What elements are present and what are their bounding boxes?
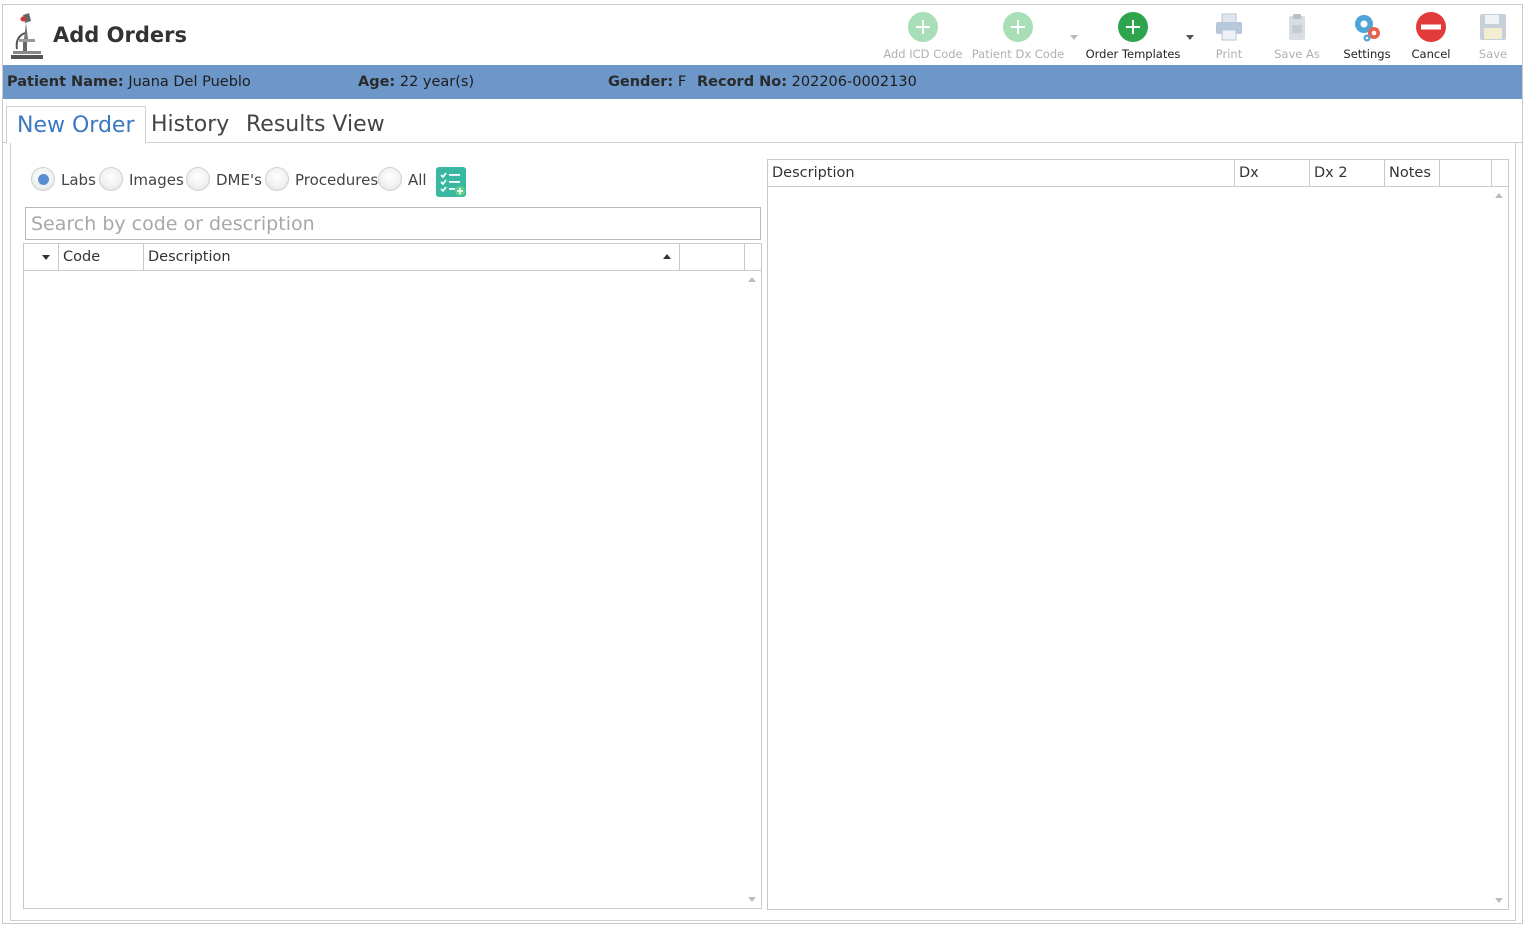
new-order-panel: Labs Images DME's Procedures All Search … (10, 143, 1516, 921)
description-column-header[interactable]: Description (768, 160, 1235, 187)
age-label: Age: (358, 74, 396, 90)
patient-dx-dropdown-icon[interactable] (1070, 35, 1078, 40)
save-label: Save (1478, 47, 1508, 61)
dx-column-header[interactable]: Dx (1235, 160, 1310, 187)
patient-name-field: Patient Name: Juana Del Pueblo (7, 74, 251, 90)
scroll-down-icon[interactable] (1495, 898, 1503, 903)
group-column-header[interactable] (24, 244, 59, 271)
chevron-down-icon (42, 255, 50, 260)
add-orders-window: Add Orders Add ICD Code Patient Dx Code … (2, 4, 1523, 924)
vertical-scrollbar[interactable] (744, 271, 761, 908)
cancel-icon (1416, 12, 1446, 42)
cancel-label: Cancel (1411, 47, 1451, 61)
page-title: Add Orders (53, 23, 187, 47)
scroll-up-icon[interactable] (748, 277, 756, 282)
grid-header: Description Dx Dx 2 Notes (768, 160, 1508, 187)
order-catalog-grid: Code Description (23, 243, 762, 909)
notes-column-header[interactable]: Notes (1385, 160, 1440, 187)
grid-header: Code Description (24, 244, 761, 271)
title-bar: Add Orders Add ICD Code Patient Dx Code … (3, 5, 1522, 65)
order-templates-dropdown-icon[interactable] (1186, 35, 1194, 40)
vertical-scrollbar[interactable] (1491, 187, 1508, 909)
scroll-down-icon[interactable] (748, 897, 756, 902)
add-icd-code-button[interactable]: Add ICD Code (873, 9, 973, 65)
save-button[interactable]: Save (1465, 9, 1521, 65)
clipboard-icon (1289, 14, 1305, 40)
sort-ascending-icon (663, 254, 671, 259)
save-as-label: Save As (1274, 47, 1320, 61)
cancel-button[interactable]: Cancel (1401, 9, 1461, 65)
radio-unchecked-icon (186, 167, 210, 191)
radio-unchecked-icon (265, 167, 289, 191)
patient-age-field: Age: 22 year(s) (358, 74, 474, 90)
record-value: 202206-0002130 (791, 74, 917, 90)
patient-name-value: Juana Del Pueblo (128, 74, 251, 90)
radio-images-label: Images (129, 171, 184, 189)
patient-name-label: Patient Name: (7, 74, 124, 90)
patient-gender-field: Gender: F (608, 74, 686, 90)
tab-results-view[interactable]: Results View (236, 106, 395, 143)
microscope-icon (11, 13, 43, 59)
settings-label: Settings (1343, 47, 1391, 61)
floppy-disk-icon (1480, 14, 1506, 40)
record-label: Record No: (697, 74, 788, 90)
code-column-header[interactable]: Code (59, 244, 144, 271)
plus-circle-icon (908, 12, 938, 42)
age-value: 22 year(s) (399, 74, 475, 90)
plus-circle-icon (1118, 12, 1148, 42)
print-button[interactable]: Print (1199, 9, 1259, 65)
dx2-column-header[interactable]: Dx 2 (1310, 160, 1385, 187)
selected-orders-grid: Description Dx Dx 2 Notes (767, 159, 1509, 910)
tab-new-order[interactable]: New Order (6, 106, 146, 144)
patient-info-bar: Patient Name: Juana Del Pueblo Age: 22 y… (3, 65, 1522, 99)
radio-all-label: All (408, 171, 427, 189)
radio-procedures-label: Procedures (295, 171, 379, 189)
radio-checked-icon (31, 167, 55, 191)
checklist-add-icon (440, 172, 465, 196)
add-icd-code-label: Add ICD Code (883, 47, 963, 61)
save-as-button[interactable]: Save As (1267, 9, 1327, 65)
scroll-up-icon[interactable] (1495, 193, 1503, 198)
radio-labs-label: Labs (61, 171, 96, 189)
tab-strip: New Order History Results View (3, 100, 1522, 144)
settings-button[interactable]: Settings (1337, 9, 1397, 65)
record-number-field: Record No: 202206-0002130 (697, 74, 917, 90)
gears-icon (1355, 15, 1380, 42)
patient-dx-code-label: Patient Dx Code (971, 47, 1065, 61)
gender-label: Gender: (608, 74, 674, 90)
radio-unchecked-icon (378, 167, 402, 191)
gender-value: F (677, 74, 687, 90)
search-input[interactable] (25, 207, 761, 240)
tab-history[interactable]: History (141, 106, 239, 143)
radio-dmes-label: DME's (216, 171, 262, 189)
add-checklist-button[interactable] (436, 167, 466, 197)
extra-column-header (680, 244, 745, 271)
order-templates-label: Order Templates (1085, 47, 1181, 61)
patient-dx-code-button[interactable]: Patient Dx Code (968, 9, 1068, 65)
order-templates-button[interactable]: Order Templates (1083, 9, 1183, 65)
description-column-label: Description (148, 249, 231, 265)
radio-unchecked-icon (99, 167, 123, 191)
plus-circle-icon (1003, 12, 1033, 42)
print-label: Print (1215, 47, 1243, 61)
description-column-header[interactable]: Description (144, 244, 680, 271)
printer-icon (1216, 13, 1242, 41)
extra-column-header (1440, 160, 1492, 187)
